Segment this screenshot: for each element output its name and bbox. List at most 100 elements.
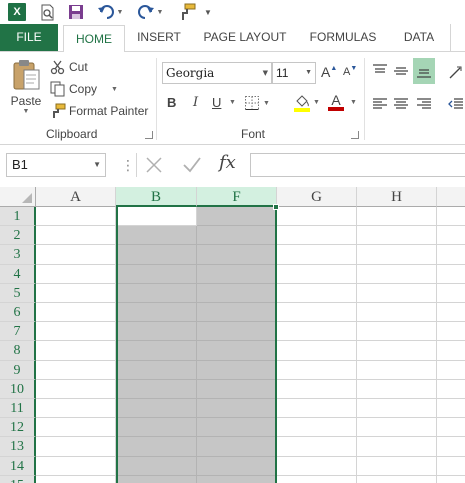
- cell-h5[interactable]: [357, 283, 437, 303]
- cell-a8[interactable]: [36, 341, 116, 361]
- cell-g12[interactable]: [277, 418, 357, 438]
- row-header[interactable]: 12: [0, 418, 36, 438]
- row-header[interactable]: 5: [0, 283, 36, 303]
- cell-f13[interactable]: [197, 437, 277, 457]
- tab-data[interactable]: DATA: [394, 24, 444, 51]
- underline-button[interactable]: U: [212, 95, 221, 110]
- font-launcher-icon[interactable]: [351, 131, 359, 139]
- cell-b4[interactable]: [116, 264, 197, 284]
- cell-g15[interactable]: [277, 475, 357, 483]
- cell-g1[interactable]: [277, 207, 357, 227]
- font-name-combo[interactable]: Georgia ▼: [162, 62, 272, 84]
- format-painter-icon[interactable]: [176, 2, 198, 22]
- cell-a6[interactable]: [36, 303, 116, 323]
- cell-f11[interactable]: [197, 399, 277, 419]
- row-header[interactable]: 15: [0, 475, 36, 483]
- cell-h15[interactable]: [357, 475, 437, 483]
- cell-h12[interactable]: [357, 418, 437, 438]
- cell-a1[interactable]: [36, 207, 116, 227]
- row-header[interactable]: 11: [0, 399, 36, 419]
- shrink-font-button[interactable]: A ▼: [343, 65, 357, 79]
- align-top-button[interactable]: [372, 64, 388, 78]
- font-size-combo[interactable]: 11 ▼: [272, 62, 316, 84]
- cell-f10[interactable]: [197, 379, 277, 399]
- cell-next9[interactable]: [437, 360, 465, 380]
- fill-color-button[interactable]: [294, 94, 310, 112]
- save-icon[interactable]: [66, 2, 86, 22]
- fill-handle[interactable]: [273, 204, 279, 210]
- row-header[interactable]: 7: [0, 322, 36, 342]
- row-header[interactable]: 2: [0, 226, 36, 246]
- clipboard-launcher-icon[interactable]: [145, 131, 153, 139]
- redo-dropdown-icon[interactable]: ▼: [157, 9, 164, 16]
- cell-f5[interactable]: [197, 283, 277, 303]
- borders-dropdown-icon[interactable]: ▼: [263, 100, 270, 107]
- cell-h6[interactable]: [357, 303, 437, 323]
- cell-b14[interactable]: [116, 456, 197, 476]
- cell-g8[interactable]: [277, 341, 357, 361]
- cell-b13[interactable]: [116, 437, 197, 457]
- cell-f4[interactable]: [197, 264, 277, 284]
- cell-a4[interactable]: [36, 264, 116, 284]
- cell-f3[interactable]: [197, 245, 277, 265]
- cell-b15[interactable]: [116, 475, 197, 483]
- cell-f2[interactable]: [197, 226, 277, 246]
- column-header-f[interactable]: F: [197, 187, 277, 207]
- cell-h4[interactable]: [357, 264, 437, 284]
- cell-a10[interactable]: [36, 379, 116, 399]
- italic-button[interactable]: I: [193, 95, 198, 110]
- cell-a5[interactable]: [36, 283, 116, 303]
- cell-g10[interactable]: [277, 379, 357, 399]
- cell-g5[interactable]: [277, 283, 357, 303]
- cell-g3[interactable]: [277, 245, 357, 265]
- cell-b11[interactable]: [116, 399, 197, 419]
- cell-next5[interactable]: [437, 283, 465, 303]
- cut-button[interactable]: Cut: [50, 58, 88, 76]
- column-header-b[interactable]: B: [116, 187, 197, 207]
- cell-next4[interactable]: [437, 264, 465, 284]
- borders-button[interactable]: ▼: [244, 95, 270, 111]
- cell-b2[interactable]: [116, 226, 197, 246]
- cell-next2[interactable]: [437, 226, 465, 246]
- copy-button[interactable]: Copy ▼: [50, 80, 118, 98]
- cell-g2[interactable]: [277, 226, 357, 246]
- font-color-button[interactable]: A: [328, 93, 344, 111]
- cell-next13[interactable]: [437, 437, 465, 457]
- tab-file[interactable]: FILE: [0, 24, 58, 51]
- column-header-next[interactable]: [437, 187, 465, 207]
- underline-dropdown-icon[interactable]: ▼: [229, 99, 236, 106]
- cell-next14[interactable]: [437, 456, 465, 476]
- row-header[interactable]: 4: [0, 264, 36, 284]
- cell-next8[interactable]: [437, 341, 465, 361]
- cell-h11[interactable]: [357, 399, 437, 419]
- cell-b10[interactable]: [116, 379, 197, 399]
- row-header[interactable]: 6: [0, 303, 36, 323]
- cell-f12[interactable]: [197, 418, 277, 438]
- cell-g6[interactable]: [277, 303, 357, 323]
- decrease-indent-button[interactable]: [448, 97, 464, 111]
- enter-icon[interactable]: [182, 156, 202, 177]
- paste-button[interactable]: Paste ▼: [8, 58, 44, 115]
- cell-next12[interactable]: [437, 418, 465, 438]
- undo-icon[interactable]: ▼: [94, 2, 126, 22]
- align-left-button[interactable]: [372, 97, 388, 111]
- cell-g13[interactable]: [277, 437, 357, 457]
- cell-a9[interactable]: [36, 360, 116, 380]
- cell-a12[interactable]: [36, 418, 116, 438]
- cell-b9[interactable]: [116, 360, 197, 380]
- cell-b5[interactable]: [116, 283, 197, 303]
- cell-next10[interactable]: [437, 379, 465, 399]
- cell-g4[interactable]: [277, 264, 357, 284]
- cell-a15[interactable]: [36, 475, 116, 483]
- cell-f1[interactable]: [197, 207, 277, 227]
- cell-b12[interactable]: [116, 418, 197, 438]
- cell-a14[interactable]: [36, 456, 116, 476]
- insert-function-button[interactable]: fx: [219, 152, 236, 173]
- cancel-icon[interactable]: [145, 156, 163, 177]
- cell-b3[interactable]: [116, 245, 197, 265]
- cell-next6[interactable]: [437, 303, 465, 323]
- cell-h7[interactable]: [357, 322, 437, 342]
- fill-color-dropdown-icon[interactable]: ▼: [313, 99, 320, 106]
- paste-dropdown-icon[interactable]: ▼: [23, 108, 30, 115]
- cell-h10[interactable]: [357, 379, 437, 399]
